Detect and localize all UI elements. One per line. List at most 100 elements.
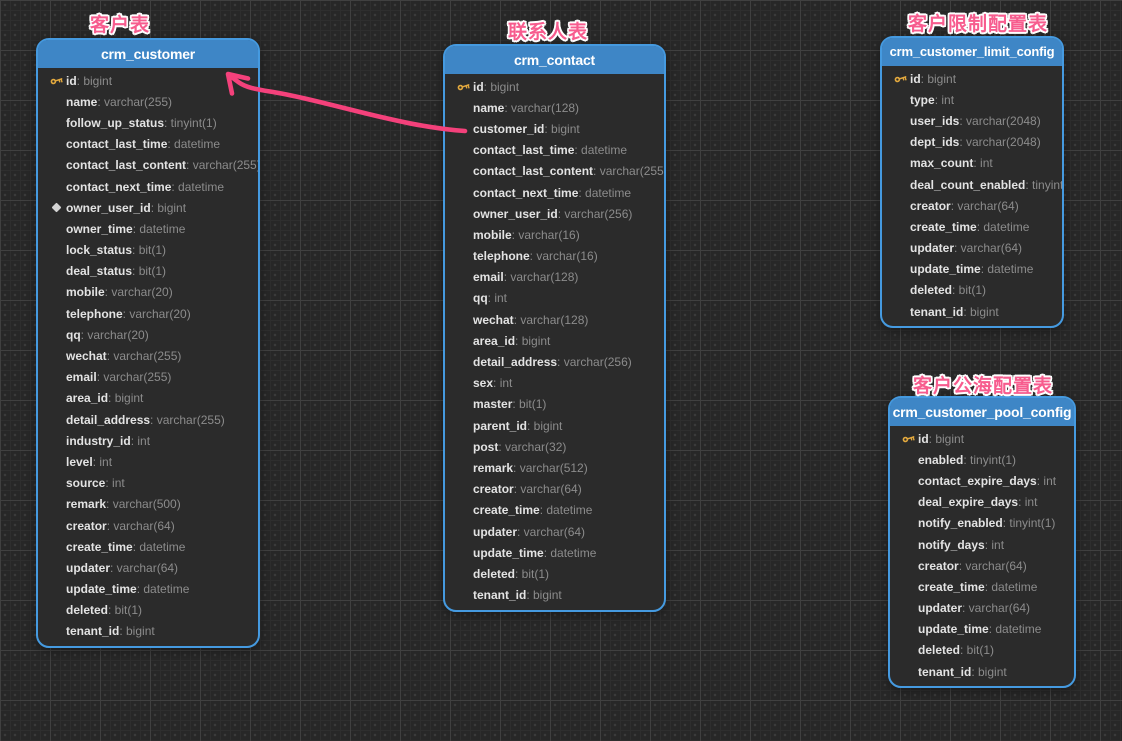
field-row[interactable]: create_time: datetime <box>890 576 1074 597</box>
field-row[interactable]: wechat: varchar(255) <box>38 345 258 366</box>
field-row[interactable]: owner_user_id: varchar(256) <box>445 203 664 224</box>
field-row[interactable]: remark: varchar(500) <box>38 494 258 515</box>
field-row[interactable]: contact_next_time: datetime <box>38 176 258 197</box>
field-row[interactable]: sex: int <box>445 373 664 394</box>
field-row[interactable]: creator: varchar(64) <box>882 195 1062 216</box>
field-row[interactable]: contact_last_time: datetime <box>445 140 664 161</box>
field-row[interactable]: industry_id: int <box>38 430 258 451</box>
field-row[interactable]: level: int <box>38 451 258 472</box>
field-row[interactable]: contact_last_content: varchar(255) <box>445 161 664 182</box>
field-row[interactable]: updater: varchar(64) <box>882 238 1062 259</box>
field-row[interactable]: deleted: bit(1) <box>882 280 1062 301</box>
field-name: wechat <box>66 349 107 363</box>
table-crm_customer[interactable]: 客户表crm_customerid: bigintname: varchar(2… <box>36 38 260 648</box>
field-row[interactable]: telephone: varchar(16) <box>445 246 664 267</box>
field-row[interactable]: lock_status: bit(1) <box>38 240 258 261</box>
table-annotation-crm_customer[interactable]: 客户表 <box>90 10 150 37</box>
field-row[interactable]: create_time: datetime <box>38 536 258 557</box>
field-row[interactable]: tenant_id: bigint <box>38 621 258 642</box>
field-row[interactable]: tenant_id: bigint <box>890 661 1074 682</box>
field-type: : varchar(64) <box>514 482 582 496</box>
field-row[interactable]: deal_count_enabled: tinyint <box>882 174 1062 195</box>
field-row[interactable]: user_ids: varchar(2048) <box>882 110 1062 131</box>
table-crm_customer_pool_config[interactable]: 客户公海配置表crm_customer_pool_configid: bigin… <box>888 396 1076 688</box>
table-annotation-crm_contact[interactable]: 联系人表 <box>508 17 588 44</box>
field-row[interactable]: master: bit(1) <box>445 394 664 415</box>
field-row[interactable]: create_time: datetime <box>445 500 664 521</box>
field-type: : int <box>493 376 512 390</box>
field-row[interactable]: max_count: int <box>882 153 1062 174</box>
field-row[interactable]: source: int <box>38 473 258 494</box>
table-crm_customer_limit_config[interactable]: 客户限制配置表crm_customer_limit_configid: bigi… <box>880 36 1064 328</box>
field-row[interactable]: updater: varchar(64) <box>445 521 664 542</box>
field-row[interactable]: follow_up_status: tinyint(1) <box>38 112 258 133</box>
field-type: : tinyint(1) <box>963 453 1016 467</box>
field-row[interactable]: tenant_id: bigint <box>882 301 1062 322</box>
field-row[interactable]: create_time: datetime <box>882 216 1062 237</box>
field-row[interactable]: deal_expire_days: int <box>890 492 1074 513</box>
field-row[interactable]: enabled: tinyint(1) <box>890 449 1074 470</box>
field-row[interactable]: id: bigint <box>38 70 258 91</box>
field-row[interactable]: id: bigint <box>890 428 1074 449</box>
field-row[interactable]: type: int <box>882 89 1062 110</box>
field-row[interactable]: deal_status: bit(1) <box>38 261 258 282</box>
field-row[interactable]: wechat: varchar(128) <box>445 309 664 330</box>
field-row[interactable]: contact_last_content: varchar(255) <box>38 155 258 176</box>
field-name: industry_id <box>66 434 131 448</box>
field-row[interactable]: creator: varchar(64) <box>38 515 258 536</box>
field-row[interactable]: deleted: bit(1) <box>890 640 1074 661</box>
field-row[interactable]: owner_time: datetime <box>38 218 258 239</box>
field-row[interactable]: notify_enabled: tinyint(1) <box>890 513 1074 534</box>
field-row[interactable]: id: bigint <box>445 76 664 97</box>
field-type: : bigint <box>77 74 112 88</box>
table-header[interactable]: crm_contact <box>445 46 664 74</box>
table-annotation-crm_customer_pool_config[interactable]: 客户公海配置表 <box>913 371 1053 398</box>
field-name: id <box>66 74 77 88</box>
table-header[interactable]: crm_customer_limit_config <box>882 38 1062 66</box>
field-row[interactable]: qq: int <box>445 288 664 309</box>
field-row[interactable]: update_time: datetime <box>445 542 664 563</box>
field-row[interactable]: owner_user_id: bigint <box>38 197 258 218</box>
field-row[interactable]: mobile: varchar(16) <box>445 224 664 245</box>
table-crm_contact[interactable]: 联系人表crm_contactid: bigintname: varchar(1… <box>443 44 666 612</box>
field-row[interactable]: detail_address: varchar(256) <box>445 351 664 372</box>
field-name: creator <box>910 199 951 213</box>
field-row[interactable]: creator: varchar(64) <box>890 555 1074 576</box>
field-row[interactable]: dept_ids: varchar(2048) <box>882 132 1062 153</box>
field-row[interactable]: contact_next_time: datetime <box>445 182 664 203</box>
field-row[interactable]: updater: varchar(64) <box>38 557 258 578</box>
field-row[interactable]: contact_expire_days: int <box>890 470 1074 491</box>
field-row[interactable]: creator: varchar(64) <box>445 479 664 500</box>
field-row[interactable]: contact_last_time: datetime <box>38 134 258 155</box>
field-row[interactable]: update_time: datetime <box>38 579 258 600</box>
field-row[interactable]: email: varchar(128) <box>445 267 664 288</box>
field-row[interactable]: detail_address: varchar(255) <box>38 409 258 430</box>
field-row[interactable]: telephone: varchar(20) <box>38 303 258 324</box>
table-header[interactable]: crm_customer <box>38 40 258 68</box>
field-row[interactable]: customer_id: bigint <box>445 118 664 139</box>
field-row[interactable]: parent_id: bigint <box>445 415 664 436</box>
field-row[interactable]: tenant_id: bigint <box>445 585 664 606</box>
diagram-canvas[interactable]: 客户表crm_customerid: bigintname: varchar(2… <box>0 0 1122 741</box>
field-row[interactable]: area_id: bigint <box>445 330 664 351</box>
table-header[interactable]: crm_customer_pool_config <box>890 398 1074 426</box>
field-row[interactable]: name: varchar(255) <box>38 91 258 112</box>
field-row[interactable]: notify_days: int <box>890 534 1074 555</box>
field-row[interactable]: update_time: datetime <box>882 259 1062 280</box>
table-annotation-crm_customer_limit_config[interactable]: 客户限制配置表 <box>908 9 1048 36</box>
field-row[interactable]: qq: varchar(20) <box>38 324 258 345</box>
field-type: : bigint <box>151 201 186 215</box>
field-row[interactable]: deleted: bit(1) <box>38 600 258 621</box>
field-row[interactable]: updater: varchar(64) <box>890 598 1074 619</box>
field-row[interactable]: email: varchar(255) <box>38 367 258 388</box>
field-row[interactable]: id: bigint <box>882 68 1062 89</box>
field-row[interactable]: area_id: bigint <box>38 388 258 409</box>
field-row[interactable]: deleted: bit(1) <box>445 563 664 584</box>
field-row[interactable]: update_time: datetime <box>890 619 1074 640</box>
field-row[interactable]: remark: varchar(512) <box>445 457 664 478</box>
field-name: contact_last_time <box>473 143 574 157</box>
field-row[interactable]: post: varchar(32) <box>445 436 664 457</box>
field-row[interactable]: name: varchar(128) <box>445 97 664 118</box>
field-row[interactable]: mobile: varchar(20) <box>38 282 258 303</box>
field-type: : datetime <box>578 186 631 200</box>
